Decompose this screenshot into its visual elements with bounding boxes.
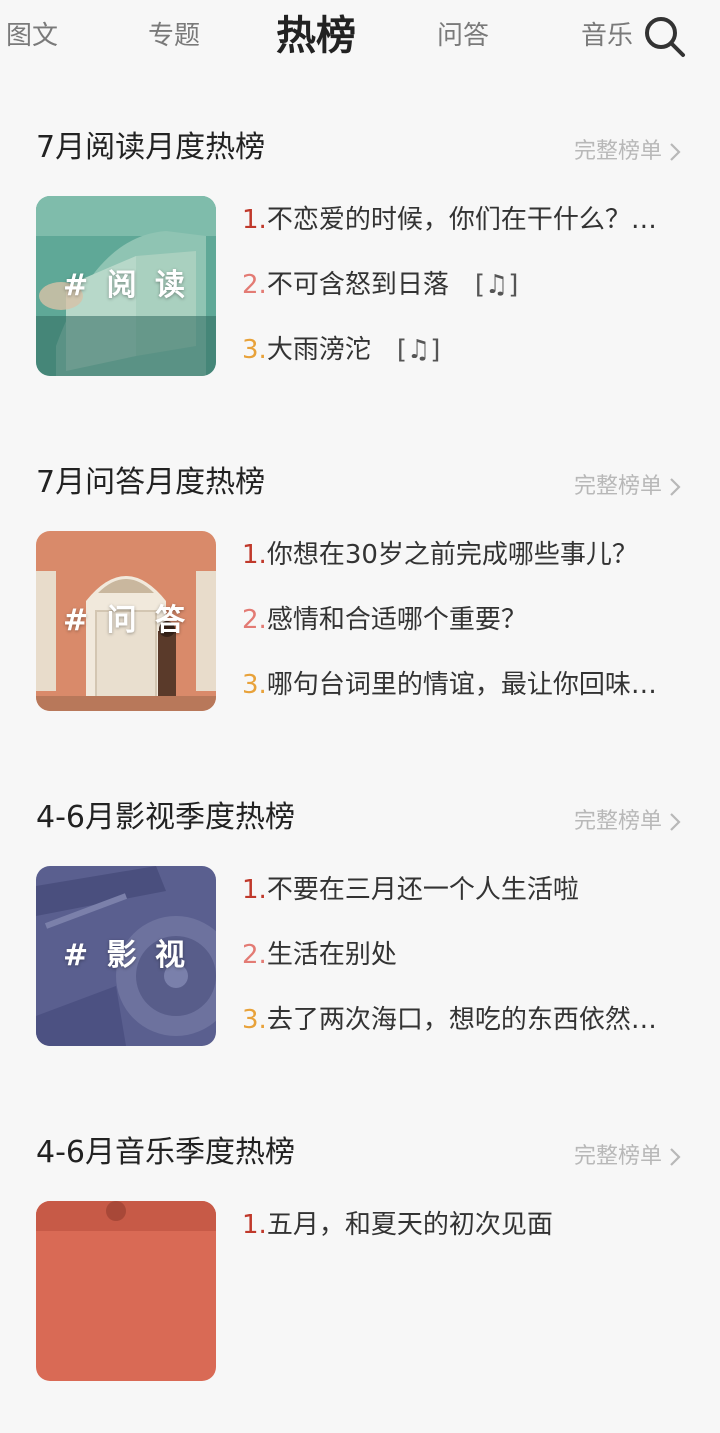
cover-label: # 问 答: [62, 603, 190, 638]
search-icon[interactable]: [642, 14, 688, 60]
rank-number: 1.: [242, 540, 267, 570]
rank-number: 2.: [242, 940, 267, 970]
tab-graphic-text[interactable]: 图文: [6, 18, 58, 54]
cover-qa[interactable]: # 问 答: [36, 531, 216, 711]
section-title: 7月问答月度热榜: [36, 465, 266, 500]
section-music: 4-6月音乐季度热榜 完整榜单 1.五月，和夏天的初次见面: [0, 1133, 720, 1433]
item-title: 不要在三月还一个人生活啦: [266, 875, 579, 905]
section-title: 4-6月音乐季度热榜: [36, 1135, 295, 1170]
chevron-right-icon: [670, 478, 681, 496]
list-item[interactable]: 2.不可含怒到日落 [♫]: [242, 265, 690, 305]
cover-music[interactable]: [36, 1201, 216, 1381]
section-reading: 7月阅读月度热榜 完整榜单 # 阅 读 1.不恋爱的时候，你们在干什么？… 2.…: [0, 128, 720, 428]
list-item[interactable]: 2.感情和合适哪个重要？: [242, 600, 690, 640]
rank-number: 2.: [242, 270, 267, 300]
full-list-label: 完整榜单: [573, 474, 662, 499]
rank-number: 1.: [242, 875, 267, 905]
item-title: 不恋爱的时候，你们在干什么？…: [266, 205, 657, 235]
rank-number: 2.: [242, 605, 267, 635]
list-item[interactable]: 1.你想在30岁之前完成哪些事儿？: [242, 535, 690, 575]
list-item[interactable]: 1.不恋爱的时候，你们在干什么？…: [242, 200, 690, 240]
cover-film[interactable]: # 影 视: [36, 866, 216, 1046]
music-tag-icon: [♫]: [396, 335, 441, 365]
item-title: 哪句台词里的情谊，最让你回味…: [266, 670, 657, 700]
list-item[interactable]: 3.大雨滂沱 [♫]: [242, 330, 690, 370]
section-film: 4-6月影视季度热榜 完整榜单 # 影 视 1.不要在三月还一个人生活啦 2.生…: [0, 798, 720, 1098]
item-title: 生活在别处: [266, 940, 397, 970]
full-list-label: 完整榜单: [573, 1144, 662, 1169]
rank-number: 1.: [242, 1210, 267, 1240]
chevron-right-icon: [670, 1148, 681, 1166]
full-list-link[interactable]: 完整榜单: [574, 471, 682, 503]
cover-label: # 影 视: [62, 938, 190, 973]
full-list-label: 完整榜单: [573, 809, 662, 834]
rank-number: 3.: [242, 335, 267, 365]
full-list-link[interactable]: 完整榜单: [574, 136, 682, 168]
rank-number: 3.: [242, 670, 267, 700]
section-title: 7月阅读月度热榜: [36, 130, 266, 165]
item-title: 五月，和夏天的初次见面: [266, 1210, 553, 1240]
music-tag-icon: [♫]: [474, 270, 519, 300]
item-title: 你想在30岁之前完成哪些事儿？: [266, 540, 638, 570]
rank-number: 3.: [242, 1005, 267, 1035]
section-qa: 7月问答月度热榜 完整榜单 # 问 答 1.你想在30岁之前完成哪些事儿？ 2.…: [0, 463, 720, 763]
tab-hot-list[interactable]: 热榜: [276, 12, 356, 60]
tab-music[interactable]: 音乐: [581, 18, 633, 54]
item-title: 去了两次海口，想吃的东西依然…: [266, 1005, 657, 1035]
chevron-right-icon: [670, 813, 681, 831]
list-item[interactable]: 3.哪句台词里的情谊，最让你回味…: [242, 665, 690, 705]
list-item[interactable]: 1.五月，和夏天的初次见面: [242, 1205, 690, 1245]
chevron-right-icon: [670, 143, 681, 161]
full-list-link[interactable]: 完整榜单: [574, 806, 682, 838]
tab-topics[interactable]: 专题: [148, 18, 200, 54]
cover-reading[interactable]: # 阅 读: [36, 196, 216, 376]
full-list-label: 完整榜单: [573, 139, 662, 164]
tab-qa[interactable]: 问答: [437, 18, 489, 54]
item-title: 感情和合适哪个重要？: [266, 605, 527, 635]
list-item[interactable]: 3.去了两次海口，想吃的东西依然…: [242, 1000, 690, 1040]
item-title: 大雨滂沱: [266, 335, 371, 365]
section-title: 4-6月影视季度热榜: [36, 800, 295, 835]
item-title: 不可含怒到日落: [266, 270, 449, 300]
top-nav: 图文 专题 热榜 问答 音乐: [0, 0, 720, 84]
cover-label: # 阅 读: [62, 268, 190, 303]
list-item[interactable]: 1.不要在三月还一个人生活啦: [242, 870, 690, 910]
full-list-link[interactable]: 完整榜单: [574, 1141, 682, 1173]
rank-number: 1.: [242, 205, 267, 235]
list-item[interactable]: 2.生活在别处: [242, 935, 690, 975]
